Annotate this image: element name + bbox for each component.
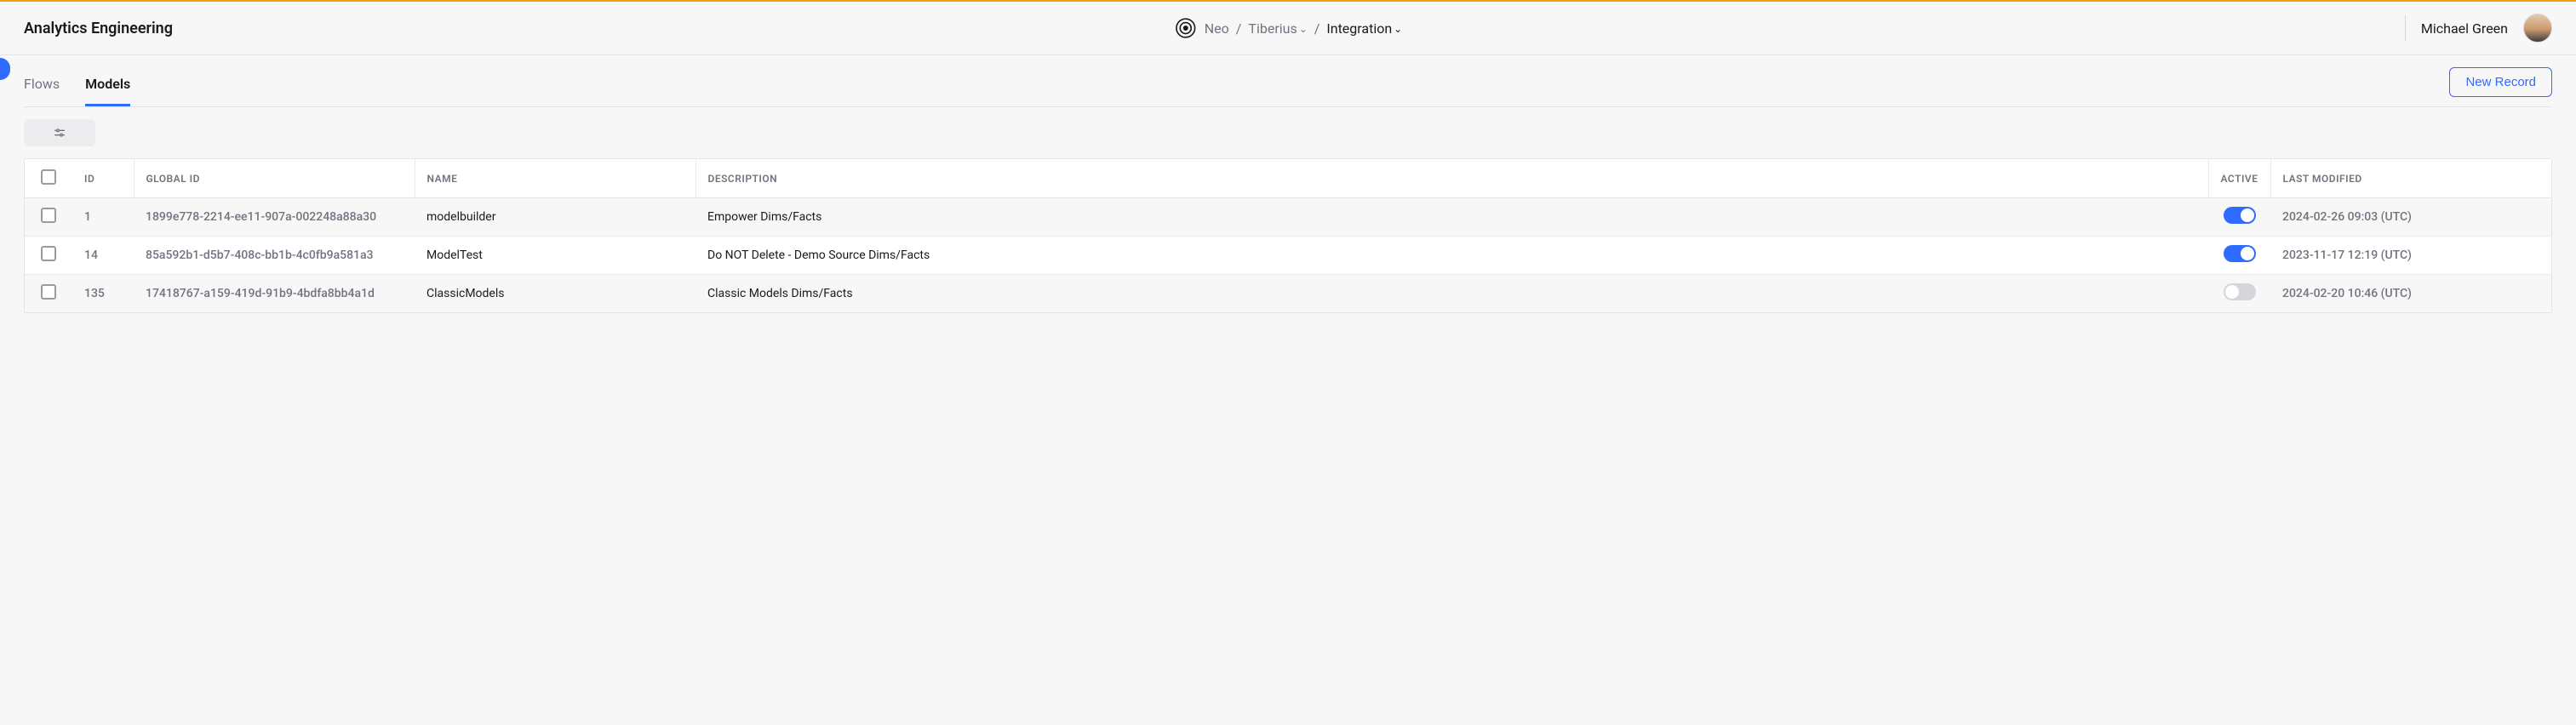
table-row[interactable]: 1485a592b1-d5b7-408c-bb1b-4c0fb9a581a3Mo… <box>25 237 2551 275</box>
page-title: Analytics Engineering <box>24 20 173 37</box>
cell-name: modelbuilder <box>415 198 696 237</box>
row-checkbox-cell <box>25 237 72 275</box>
tab-flows[interactable]: Flows <box>24 64 60 106</box>
column-checkbox <box>25 159 72 198</box>
tabs: Flows Models <box>24 64 130 106</box>
user-name[interactable]: Michael Green <box>2421 20 2508 37</box>
chevron-down-icon: ⌄ <box>1299 23 1308 35</box>
active-toggle[interactable] <box>2224 245 2256 262</box>
column-last-modified[interactable]: LAST MODIFIED <box>2270 159 2551 198</box>
active-toggle[interactable] <box>2224 283 2256 300</box>
breadcrumb-separator: / <box>1236 20 1242 37</box>
page-content: Flows Models New Record ID GLOBAL I <box>0 64 2576 330</box>
cell-active <box>2208 275 2270 313</box>
cell-id: 135 <box>72 275 134 313</box>
table-header-row: ID GLOBAL ID NAME DESCRIPTION ACTIVE LAS… <box>25 159 2551 198</box>
breadcrumb-separator: / <box>1314 20 1320 37</box>
models-table: ID GLOBAL ID NAME DESCRIPTION ACTIVE LAS… <box>25 159 2551 312</box>
tab-models[interactable]: Models <box>85 64 130 106</box>
divider <box>2405 15 2406 41</box>
new-record-button[interactable]: New Record <box>2449 67 2552 97</box>
row-checkbox[interactable] <box>41 284 56 300</box>
column-name[interactable]: NAME <box>415 159 696 198</box>
sliders-icon <box>53 126 66 140</box>
filter-bar <box>24 107 2552 158</box>
breadcrumb-env[interactable]: Integration⌄ <box>1326 20 1402 37</box>
cell-description: Empower Dims/Facts <box>696 198 2208 237</box>
cell-global-id: 85a592b1-d5b7-408c-bb1b-4c0fb9a581a3 <box>134 237 415 275</box>
cell-name: ModelTest <box>415 237 696 275</box>
chevron-down-icon: ⌄ <box>1394 23 1402 35</box>
column-active[interactable]: ACTIVE <box>2208 159 2270 198</box>
cell-last-modified: 2024-02-20 10:46 (UTC) <box>2270 275 2551 313</box>
column-description[interactable]: DESCRIPTION <box>696 159 2208 198</box>
app-header: Analytics Engineering Neo / Tiberius⌄ / … <box>0 2 2576 55</box>
cell-active <box>2208 237 2270 275</box>
cell-id: 1 <box>72 198 134 237</box>
active-toggle[interactable] <box>2224 207 2256 224</box>
models-table-wrap: ID GLOBAL ID NAME DESCRIPTION ACTIVE LAS… <box>24 158 2552 313</box>
select-all-checkbox[interactable] <box>41 169 56 185</box>
row-checkbox[interactable] <box>41 246 56 261</box>
target-icon <box>1174 16 1198 40</box>
cell-name: ClassicModels <box>415 275 696 313</box>
avatar[interactable] <box>2523 14 2552 43</box>
cell-id: 14 <box>72 237 134 275</box>
cell-last-modified: 2023-11-17 12:19 (UTC) <box>2270 237 2551 275</box>
tab-bar: Flows Models New Record <box>24 64 2552 107</box>
breadcrumb: Neo / Tiberius⌄ / Integration⌄ <box>1174 16 1402 40</box>
row-checkbox[interactable] <box>41 208 56 223</box>
cell-global-id: 17418767-a159-419d-91b9-4bdfa8bb4a1d <box>134 275 415 313</box>
header-user-area: Michael Green <box>2405 14 2552 43</box>
cell-global-id: 1899e778-2214-ee11-907a-002248a88a30 <box>134 198 415 237</box>
breadcrumb-org[interactable]: Neo <box>1205 20 1229 37</box>
cell-description: Do NOT Delete - Demo Source Dims/Facts <box>696 237 2208 275</box>
cell-description: Classic Models Dims/Facts <box>696 275 2208 313</box>
cell-last-modified: 2024-02-26 09:03 (UTC) <box>2270 198 2551 237</box>
row-checkbox-cell <box>25 198 72 237</box>
breadcrumb-project[interactable]: Tiberius⌄ <box>1248 20 1307 37</box>
cell-active <box>2208 198 2270 237</box>
filter-button[interactable] <box>24 119 95 146</box>
column-global-id[interactable]: GLOBAL ID <box>134 159 415 198</box>
table-row[interactable]: 11899e778-2214-ee11-907a-002248a88a30mod… <box>25 198 2551 237</box>
column-id[interactable]: ID <box>72 159 134 198</box>
table-row[interactable]: 13517418767-a159-419d-91b9-4bdfa8bb4a1dC… <box>25 275 2551 313</box>
row-checkbox-cell <box>25 275 72 313</box>
